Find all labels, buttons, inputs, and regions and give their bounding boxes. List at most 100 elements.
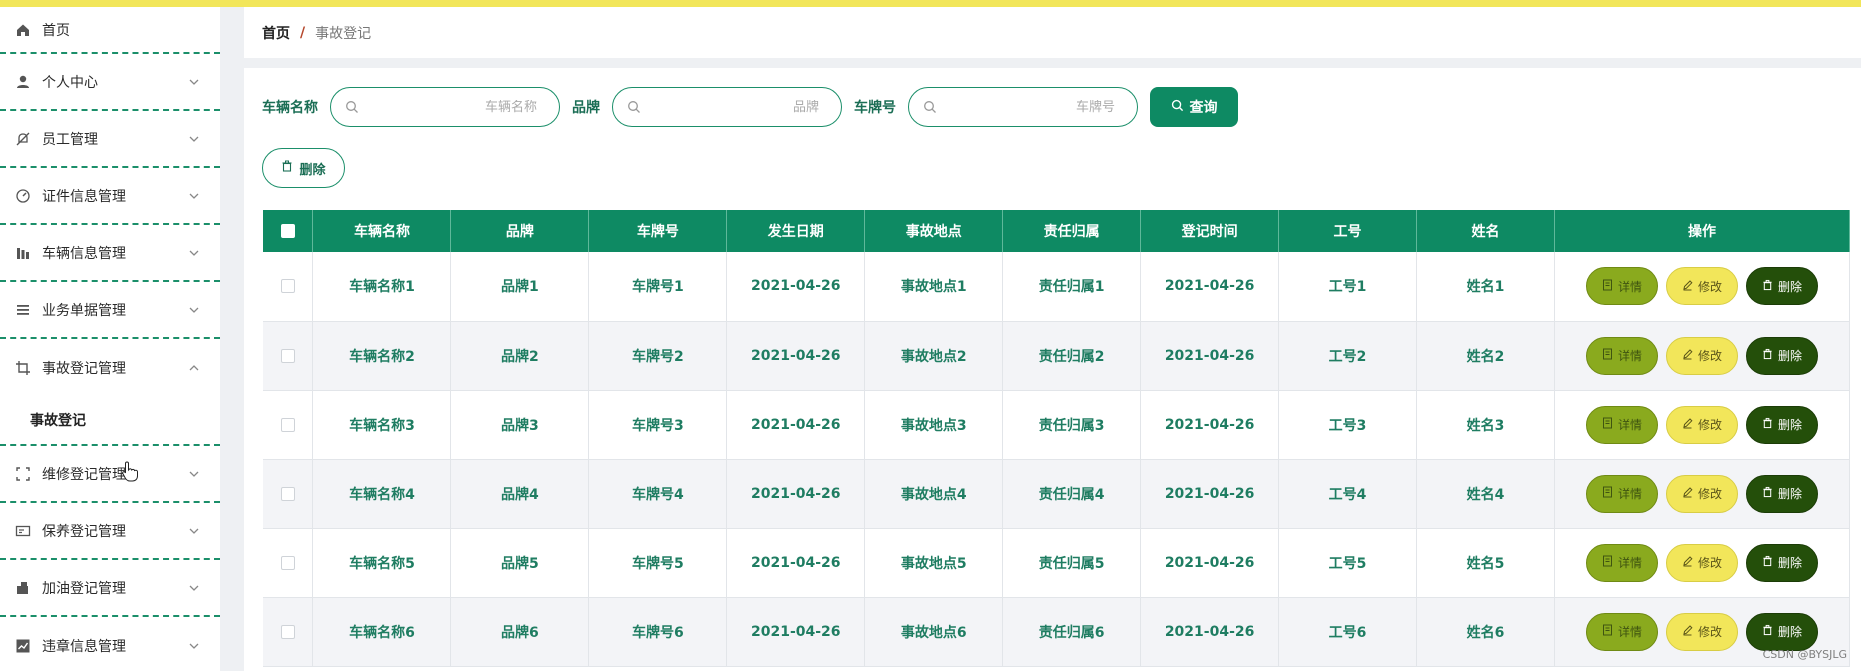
- column-header: 车牌号: [588, 210, 728, 252]
- trash-icon: [1762, 279, 1773, 294]
- delete-button[interactable]: 删除: [1745, 267, 1818, 306]
- breadcrumb-separator: /: [300, 24, 306, 41]
- chevron-down-icon: [188, 640, 200, 652]
- detail-button[interactable]: 详情: [1585, 474, 1658, 513]
- select-all-checkbox[interactable]: [280, 224, 295, 238]
- query-button[interactable]: 查询: [1150, 87, 1238, 127]
- vehicle-name-label: 车辆名称: [262, 100, 318, 116]
- detail-button[interactable]: 详情: [1585, 267, 1658, 306]
- table-cell: 2021-04-26: [726, 321, 866, 391]
- detail-button-label: 详情: [1617, 279, 1642, 294]
- select-all-cell[interactable]: [263, 210, 314, 252]
- menu-icon: [14, 301, 32, 319]
- delete-button[interactable]: 删除: [1745, 336, 1818, 375]
- edit-button[interactable]: 修改: [1665, 267, 1738, 306]
- chevron-down-icon: [188, 582, 200, 594]
- row-select-cell[interactable]: [263, 459, 314, 529]
- sidebar-item-label: 个人中心: [42, 74, 98, 91]
- delete-button[interactable]: 删除: [1745, 474, 1818, 513]
- batch-delete-button[interactable]: 删除: [262, 148, 345, 188]
- edit-button[interactable]: 修改: [1665, 474, 1738, 513]
- sidebar-item-business-docs[interactable]: 业务单据管理: [0, 282, 220, 339]
- table-cell: 车牌号5: [588, 528, 728, 598]
- pencil-icon: [1682, 279, 1693, 294]
- column-header: 姓名: [1416, 210, 1555, 252]
- row-select-cell[interactable]: [263, 321, 314, 391]
- column-header: 事故地点: [864, 210, 1004, 252]
- hand-cursor-icon: [122, 461, 138, 482]
- column-header: 发生日期: [726, 210, 866, 252]
- row-select-cell[interactable]: [263, 390, 314, 460]
- plate-search-box[interactable]: [908, 87, 1138, 127]
- delete-button[interactable]: 删除: [1745, 405, 1818, 444]
- actions-cell: 详情 修改 删除: [1554, 459, 1851, 529]
- row-checkbox[interactable]: [280, 279, 295, 294]
- sidebar-item-employee[interactable]: 员工管理: [0, 111, 220, 168]
- detail-button[interactable]: 详情: [1585, 612, 1658, 651]
- column-header: 工号: [1278, 210, 1418, 252]
- edit-button[interactable]: 修改: [1665, 336, 1738, 375]
- brand-search-box[interactable]: [612, 87, 842, 127]
- row-checkbox[interactable]: [280, 486, 295, 501]
- vehicle-name-search-box[interactable]: [330, 87, 560, 127]
- pencil-icon: [1682, 624, 1693, 639]
- table-cell: 车牌号4: [588, 459, 728, 529]
- edit-button-label: 修改: [1697, 349, 1722, 363]
- vehicle-name-input[interactable]: [367, 99, 537, 115]
- row-checkbox[interactable]: [280, 624, 295, 639]
- chevron-down-icon: [188, 468, 200, 480]
- table-cell: 车辆名称2: [312, 321, 452, 391]
- accident-table: 车辆名称 品牌 车牌号 发生日期 事故地点 责任归属 登记时间 工号 姓名 操作…: [263, 210, 1851, 667]
- sidebar-item-repair[interactable]: 维修登记管理: [0, 446, 220, 503]
- actions-cell: 详情 修改 删除: [1554, 528, 1851, 598]
- edit-button[interactable]: 修改: [1665, 543, 1738, 582]
- table-cell: 责任归属4: [1002, 459, 1142, 529]
- table-cell: 车牌号1: [588, 252, 728, 322]
- table-cell: 2021-04-26: [1140, 390, 1280, 460]
- pencil-icon: [1682, 417, 1693, 432]
- row-select-cell[interactable]: [263, 252, 314, 322]
- row-checkbox[interactable]: [280, 348, 295, 363]
- row-select-cell[interactable]: [263, 528, 314, 598]
- sidebar-item-label: 员工管理: [42, 131, 98, 148]
- table-cell: 姓名5: [1416, 528, 1555, 598]
- delete-button-label: 删除: [1777, 625, 1802, 639]
- sidebar-item-home[interactable]: 首页: [0, 7, 220, 54]
- brand-input[interactable]: [649, 99, 819, 115]
- detail-button[interactable]: 详情: [1585, 543, 1658, 582]
- row-checkbox[interactable]: [280, 555, 295, 570]
- sidebar-item-label: 业务单据管理: [42, 302, 126, 319]
- sidebar-item-violation[interactable]: 违章信息管理: [0, 617, 220, 671]
- fullscreen-icon: [14, 465, 32, 483]
- sidebar-item-label: 维修登记管理: [42, 466, 126, 483]
- sidebar-item-maintenance[interactable]: 保养登记管理: [0, 503, 220, 560]
- search-icon: [923, 100, 937, 114]
- table-cell: 事故地点4: [864, 459, 1004, 529]
- edit-button[interactable]: 修改: [1665, 612, 1738, 651]
- delete-button[interactable]: 删除: [1745, 612, 1818, 651]
- column-header: 操作: [1554, 210, 1851, 252]
- detail-button[interactable]: 详情: [1585, 405, 1658, 444]
- sidebar-item-label: 首页: [42, 22, 70, 39]
- sidebar-item-personal-center[interactable]: 个人中心: [0, 54, 220, 111]
- plate-input[interactable]: [945, 99, 1115, 115]
- sidebar-item-refuel[interactable]: 加油登记管理: [0, 560, 220, 617]
- edit-button[interactable]: 修改: [1665, 405, 1738, 444]
- breadcrumb-home-link[interactable]: 首页: [262, 23, 290, 43]
- actions-cell: 详情 修改 删除: [1554, 390, 1851, 460]
- sidebar-subitem-accident-register[interactable]: 事故登记: [0, 396, 220, 446]
- row-select-cell[interactable]: [263, 597, 314, 667]
- breadcrumb-current: 事故登记: [315, 25, 372, 42]
- watermark: CSDN @BYSJLG: [1762, 648, 1847, 661]
- table-cell: 2021-04-26: [1140, 252, 1280, 322]
- detail-button[interactable]: 详情: [1585, 336, 1658, 375]
- sidebar-item-vehicle[interactable]: 车辆信息管理: [0, 225, 220, 282]
- delete-button[interactable]: 删除: [1745, 543, 1818, 582]
- sidebar-item-certificate[interactable]: 证件信息管理: [0, 168, 220, 225]
- row-checkbox[interactable]: [280, 417, 295, 432]
- table-row: 车辆名称3 品牌3 车牌号3 2021-04-26 事故地点3 责任归属3 20…: [263, 390, 1851, 460]
- user-icon: [14, 73, 32, 91]
- table-cell: 车牌号2: [588, 321, 728, 391]
- table-cell: 2021-04-26: [1140, 528, 1280, 598]
- sidebar-item-accident[interactable]: 事故登记管理: [0, 339, 220, 396]
